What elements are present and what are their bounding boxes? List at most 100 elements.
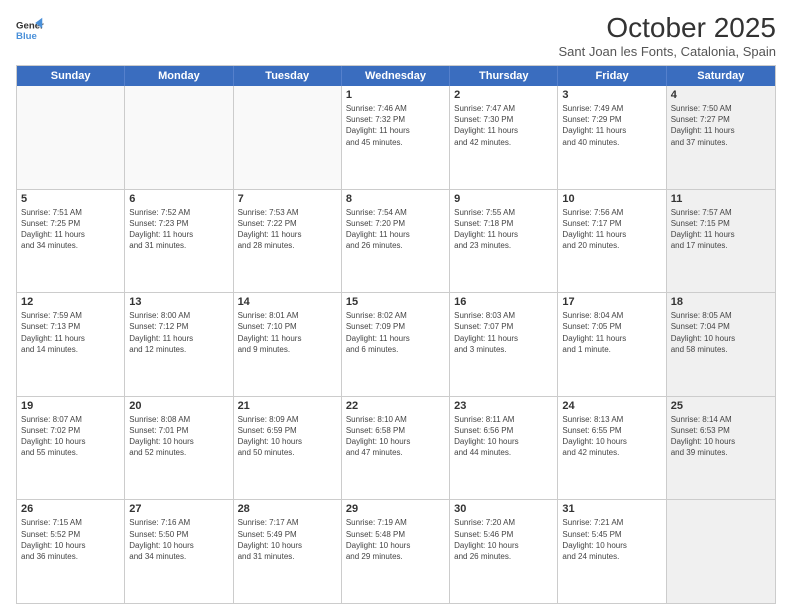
day-cell: 29 Sunrise: 7:19 AM Sunset: 5:48 PM Dayli…: [342, 500, 450, 603]
day-info: Sunrise: 8:10 AM Sunset: 6:58 PM Dayligh…: [346, 414, 445, 459]
day-cell: 31 Sunrise: 7:21 AM Sunset: 5:45 PM Dayli…: [558, 500, 666, 603]
page: General Blue October 2025 Sant Joan les …: [0, 0, 792, 612]
day-cell: 20Sunrise: 8:08 AM Sunset: 7:01 PM Dayli…: [125, 397, 233, 500]
day-number: 7: [238, 193, 337, 205]
day-cell: 5 Sunrise: 7:51 AM Sunset: 7:25 PM Daylig…: [17, 190, 125, 293]
day-number: 3: [562, 89, 661, 101]
day-number: 12: [21, 296, 120, 308]
header: General Blue October 2025 Sant Joan les …: [16, 12, 776, 59]
day-info: Sunrise: 8:04 AM Sunset: 7:05 PM Dayligh…: [562, 310, 661, 355]
day-number: 27: [129, 503, 228, 515]
day-number: 13: [129, 296, 228, 308]
day-number: 4: [671, 89, 771, 101]
day-info: Sunrise: 8:14 AM Sunset: 6:53 PM Dayligh…: [671, 414, 771, 459]
day-number: 25: [671, 400, 771, 412]
day-info: Sunrise: 8:11 AM Sunset: 6:56 PM Dayligh…: [454, 414, 553, 459]
day-number: 8: [346, 193, 445, 205]
day-header-thursday: Thursday: [450, 66, 558, 86]
day-number: 18: [671, 296, 771, 308]
day-cell: 24 Sunrise: 8:13 AM Sunset: 6:55 PM Dayli…: [558, 397, 666, 500]
day-info: Sunrise: 8:01 AM Sunset: 7:10 PM Dayligh…: [238, 310, 337, 355]
day-cell: 11Sunrise: 7:57 AM Sunset: 7:15 PM Dayli…: [667, 190, 775, 293]
day-number: 15: [346, 296, 445, 308]
logo: General Blue: [16, 16, 44, 44]
day-cell: 18 Sunrise: 8:05 AM Sunset: 7:04 PM Dayli…: [667, 293, 775, 396]
day-cell: 10Sunrise: 7:56 AM Sunset: 7:17 PM Dayli…: [558, 190, 666, 293]
calendar: SundayMondayTuesdayWednesdayThursdayFrid…: [16, 65, 776, 604]
day-number: 22: [346, 400, 445, 412]
day-cell: 14 Sunrise: 8:01 AM Sunset: 7:10 PM Dayli…: [234, 293, 342, 396]
day-header-tuesday: Tuesday: [234, 66, 342, 86]
day-cell: 7 Sunrise: 7:53 AM Sunset: 7:22 PM Daylig…: [234, 190, 342, 293]
day-number: 17: [562, 296, 661, 308]
day-info: Sunrise: 7:15 AM Sunset: 5:52 PM Dayligh…: [21, 517, 120, 562]
day-info: Sunrise: 8:00 AM Sunset: 7:12 PM Dayligh…: [129, 310, 228, 355]
day-info: Sunrise: 7:56 AM Sunset: 7:17 PM Dayligh…: [562, 207, 661, 252]
day-cell: [17, 86, 125, 189]
day-number: 14: [238, 296, 337, 308]
calendar-body: 1 Sunrise: 7:46 AM Sunset: 7:32 PM Daylig…: [17, 86, 775, 603]
day-number: 24: [562, 400, 661, 412]
day-header-friday: Friday: [558, 66, 666, 86]
day-info: Sunrise: 8:05 AM Sunset: 7:04 PM Dayligh…: [671, 310, 771, 355]
day-number: 11: [671, 193, 771, 205]
day-info: Sunrise: 7:17 AM Sunset: 5:49 PM Dayligh…: [238, 517, 337, 562]
day-number: 21: [238, 400, 337, 412]
day-cell: 4Sunrise: 7:50 AM Sunset: 7:27 PM Daylig…: [667, 86, 775, 189]
day-cell: 28 Sunrise: 7:17 AM Sunset: 5:49 PM Dayli…: [234, 500, 342, 603]
day-number: 28: [238, 503, 337, 515]
day-info: Sunrise: 7:59 AM Sunset: 7:13 PM Dayligh…: [21, 310, 120, 355]
week-row-2: 5 Sunrise: 7:51 AM Sunset: 7:25 PM Daylig…: [17, 190, 775, 294]
week-row-1: 1 Sunrise: 7:46 AM Sunset: 7:32 PM Daylig…: [17, 86, 775, 190]
day-cell: 13 Sunrise: 8:00 AM Sunset: 7:12 PM Dayli…: [125, 293, 233, 396]
day-header-monday: Monday: [125, 66, 233, 86]
logo-icon: General Blue: [16, 16, 44, 44]
day-number: 19: [21, 400, 120, 412]
day-number: 16: [454, 296, 553, 308]
day-info: Sunrise: 8:13 AM Sunset: 6:55 PM Dayligh…: [562, 414, 661, 459]
day-cell: 1 Sunrise: 7:46 AM Sunset: 7:32 PM Daylig…: [342, 86, 450, 189]
day-info: Sunrise: 8:09 AM Sunset: 6:59 PM Dayligh…: [238, 414, 337, 459]
day-cell: 2 Sunrise: 7:47 AM Sunset: 7:30 PM Daylig…: [450, 86, 558, 189]
day-header-sunday: Sunday: [17, 66, 125, 86]
day-cell: [125, 86, 233, 189]
day-info: Sunrise: 7:49 AM Sunset: 7:29 PM Dayligh…: [562, 103, 661, 148]
day-cell: 26 Sunrise: 7:15 AM Sunset: 5:52 PM Dayli…: [17, 500, 125, 603]
week-row-5: 26 Sunrise: 7:15 AM Sunset: 5:52 PM Dayli…: [17, 500, 775, 603]
day-info: Sunrise: 7:53 AM Sunset: 7:22 PM Dayligh…: [238, 207, 337, 252]
day-cell: 22 Sunrise: 8:10 AM Sunset: 6:58 PM Dayli…: [342, 397, 450, 500]
day-info: Sunrise: 7:52 AM Sunset: 7:23 PM Dayligh…: [129, 207, 228, 252]
day-number: 29: [346, 503, 445, 515]
day-info: Sunrise: 7:20 AM Sunset: 5:46 PM Dayligh…: [454, 517, 553, 562]
day-info: Sunrise: 8:02 AM Sunset: 7:09 PM Dayligh…: [346, 310, 445, 355]
month-title: October 2025: [558, 12, 776, 44]
day-cell: 25 Sunrise: 8:14 AM Sunset: 6:53 PM Dayli…: [667, 397, 775, 500]
day-cell: 3 Sunrise: 7:49 AM Sunset: 7:29 PM Daylig…: [558, 86, 666, 189]
day-info: Sunrise: 7:16 AM Sunset: 5:50 PM Dayligh…: [129, 517, 228, 562]
day-cell: 12 Sunrise: 7:59 AM Sunset: 7:13 PM Dayli…: [17, 293, 125, 396]
day-info: Sunrise: 8:07 AM Sunset: 7:02 PM Dayligh…: [21, 414, 120, 459]
day-number: 6: [129, 193, 228, 205]
day-cell: 9Sunrise: 7:55 AM Sunset: 7:18 PM Daylig…: [450, 190, 558, 293]
day-info: Sunrise: 7:46 AM Sunset: 7:32 PM Dayligh…: [346, 103, 445, 148]
day-number: 26: [21, 503, 120, 515]
day-cell: 21 Sunrise: 8:09 AM Sunset: 6:59 PM Dayli…: [234, 397, 342, 500]
day-number: 1: [346, 89, 445, 101]
day-number: 31: [562, 503, 661, 515]
day-info: Sunrise: 7:51 AM Sunset: 7:25 PM Dayligh…: [21, 207, 120, 252]
day-cell: 16Sunrise: 8:03 AM Sunset: 7:07 PM Dayli…: [450, 293, 558, 396]
day-info: Sunrise: 7:19 AM Sunset: 5:48 PM Dayligh…: [346, 517, 445, 562]
day-number: 5: [21, 193, 120, 205]
day-header-wednesday: Wednesday: [342, 66, 450, 86]
day-cell: 6 Sunrise: 7:52 AM Sunset: 7:23 PM Daylig…: [125, 190, 233, 293]
day-header-saturday: Saturday: [667, 66, 775, 86]
day-cell: [667, 500, 775, 603]
day-number: 30: [454, 503, 553, 515]
day-cell: 30 Sunrise: 7:20 AM Sunset: 5:46 PM Dayli…: [450, 500, 558, 603]
day-number: 2: [454, 89, 553, 101]
day-info: Sunrise: 7:21 AM Sunset: 5:45 PM Dayligh…: [562, 517, 661, 562]
day-cell: 8Sunrise: 7:54 AM Sunset: 7:20 PM Daylig…: [342, 190, 450, 293]
location-subtitle: Sant Joan les Fonts, Catalonia, Spain: [558, 44, 776, 59]
day-info: Sunrise: 8:08 AM Sunset: 7:01 PM Dayligh…: [129, 414, 228, 459]
day-info: Sunrise: 7:47 AM Sunset: 7:30 PM Dayligh…: [454, 103, 553, 148]
